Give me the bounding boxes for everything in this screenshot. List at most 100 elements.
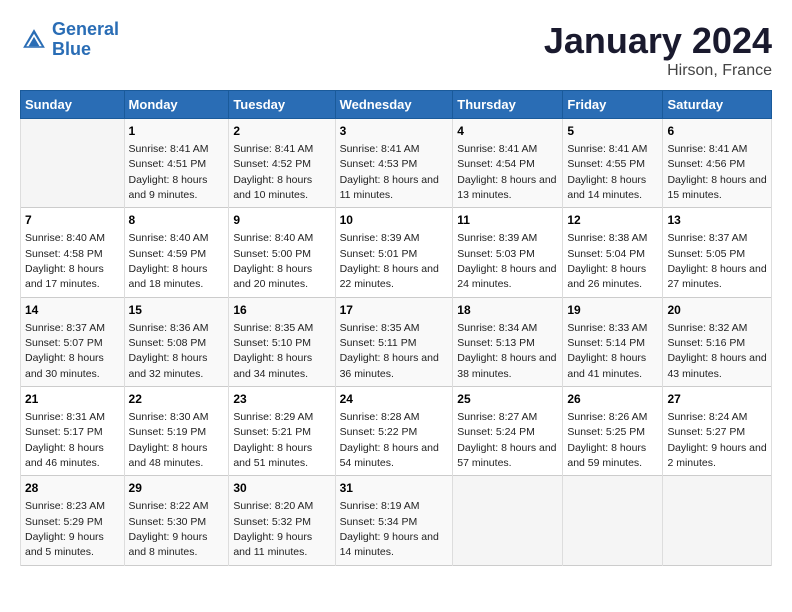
calendar-cell: 13 Sunrise: 8:37 AMSunset: 5:05 PMDayligh… xyxy=(663,208,772,297)
calendar-week-1: 1Sunrise: 8:41 AMSunset: 4:51 PMDaylight… xyxy=(21,119,772,208)
calendar-cell: 8 Sunrise: 8:40 AMSunset: 4:59 PMDaylight… xyxy=(124,208,229,297)
calendar-cell: 28Sunrise: 8:23 AMSunset: 5:29 PMDayligh… xyxy=(21,476,125,565)
logo: General Blue xyxy=(20,20,119,60)
day-info: Sunrise: 8:41 AMSunset: 4:55 PMDaylight:… xyxy=(567,143,647,201)
day-info: Sunrise: 8:41 AMSunset: 4:52 PMDaylight:… xyxy=(233,143,313,201)
calendar-cell: 5 Sunrise: 8:41 AMSunset: 4:55 PMDaylight… xyxy=(563,119,663,208)
calendar-week-2: 7 Sunrise: 8:40 AMSunset: 4:58 PMDaylight… xyxy=(21,208,772,297)
day-info: Sunrise: 8:34 AMSunset: 5:13 PMDaylight:… xyxy=(457,322,556,380)
day-number: 30 xyxy=(233,480,330,497)
day-info: Sunrise: 8:36 AMSunset: 5:08 PMDaylight:… xyxy=(129,322,209,380)
day-number: 29 xyxy=(129,480,225,497)
day-number: 19 xyxy=(567,302,658,319)
calendar-cell: 16 Sunrise: 8:35 AMSunset: 5:10 PMDayligh… xyxy=(229,297,335,386)
day-info: Sunrise: 8:22 AMSunset: 5:30 PMDaylight:… xyxy=(129,500,209,558)
calendar-cell: 9 Sunrise: 8:40 AMSunset: 5:00 PMDaylight… xyxy=(229,208,335,297)
day-info: Sunrise: 8:40 AMSunset: 4:59 PMDaylight:… xyxy=(129,232,209,290)
day-number: 16 xyxy=(233,302,330,319)
day-info: Sunrise: 8:26 AMSunset: 5:25 PMDaylight:… xyxy=(567,411,647,469)
calendar-cell: 15Sunrise: 8:36 AMSunset: 5:08 PMDayligh… xyxy=(124,297,229,386)
calendar-cell: 24Sunrise: 8:28 AMSunset: 5:22 PMDayligh… xyxy=(335,387,453,476)
day-number: 28 xyxy=(25,480,120,497)
calendar-cell xyxy=(453,476,563,565)
day-info: Sunrise: 8:41 AMSunset: 4:53 PMDaylight:… xyxy=(340,143,439,201)
calendar-cell xyxy=(663,476,772,565)
calendar-cell xyxy=(21,119,125,208)
day-number: 20 xyxy=(667,302,767,319)
subtitle: Hirson, France xyxy=(544,62,772,80)
calendar-cell: 18 Sunrise: 8:34 AMSunset: 5:13 PMDayligh… xyxy=(453,297,563,386)
day-number: 3 xyxy=(340,123,449,140)
day-info: Sunrise: 8:33 AMSunset: 5:14 PMDaylight:… xyxy=(567,322,647,380)
day-info: Sunrise: 8:35 AMSunset: 5:11 PMDaylight:… xyxy=(340,322,439,380)
day-info: Sunrise: 8:20 AMSunset: 5:32 PMDaylight:… xyxy=(233,500,313,558)
header-saturday: Saturday xyxy=(663,91,772,119)
header: General Blue January 2024 Hirson, France xyxy=(20,20,772,80)
calendar-cell: 26 Sunrise: 8:26 AMSunset: 5:25 PMDayligh… xyxy=(563,387,663,476)
calendar-week-4: 21Sunrise: 8:31 AMSunset: 5:17 PMDayligh… xyxy=(21,387,772,476)
day-number: 2 xyxy=(233,123,330,140)
day-info: Sunrise: 8:40 AMSunset: 4:58 PMDaylight:… xyxy=(25,232,105,290)
title-area: January 2024 Hirson, France xyxy=(544,20,772,80)
day-info: Sunrise: 8:27 AMSunset: 5:24 PMDaylight:… xyxy=(457,411,556,469)
calendar-cell: 12 Sunrise: 8:38 AMSunset: 5:04 PMDayligh… xyxy=(563,208,663,297)
day-info: Sunrise: 8:37 AMSunset: 5:05 PMDaylight:… xyxy=(667,232,766,290)
day-info: Sunrise: 8:30 AMSunset: 5:19 PMDaylight:… xyxy=(129,411,209,469)
calendar-cell: 25 Sunrise: 8:27 AMSunset: 5:24 PMDayligh… xyxy=(453,387,563,476)
logo-text: General Blue xyxy=(52,20,119,60)
calendar-cell: 23 Sunrise: 8:29 AMSunset: 5:21 PMDayligh… xyxy=(229,387,335,476)
calendar-cell xyxy=(563,476,663,565)
day-number: 13 xyxy=(667,212,767,229)
day-number: 18 xyxy=(457,302,558,319)
calendar-cell: 22 Sunrise: 8:30 AMSunset: 5:19 PMDayligh… xyxy=(124,387,229,476)
day-number: 9 xyxy=(233,212,330,229)
calendar-cell: 11Sunrise: 8:39 AMSunset: 5:03 PMDayligh… xyxy=(453,208,563,297)
day-number: 12 xyxy=(567,212,658,229)
header-row: Sunday Monday Tuesday Wednesday Thursday… xyxy=(21,91,772,119)
calendar-cell: 3 Sunrise: 8:41 AMSunset: 4:53 PMDaylight… xyxy=(335,119,453,208)
day-number: 14 xyxy=(25,302,120,319)
day-info: Sunrise: 8:24 AMSunset: 5:27 PMDaylight:… xyxy=(667,411,766,469)
calendar-cell: 27 Sunrise: 8:24 AMSunset: 5:27 PMDayligh… xyxy=(663,387,772,476)
day-number: 7 xyxy=(25,212,120,229)
day-info: Sunrise: 8:32 AMSunset: 5:16 PMDaylight:… xyxy=(667,322,766,380)
calendar-cell: 4 Sunrise: 8:41 AMSunset: 4:54 PMDaylight… xyxy=(453,119,563,208)
day-info: Sunrise: 8:35 AMSunset: 5:10 PMDaylight:… xyxy=(233,322,313,380)
day-number: 6 xyxy=(667,123,767,140)
header-sunday: Sunday xyxy=(21,91,125,119)
header-monday: Monday xyxy=(124,91,229,119)
day-number: 10 xyxy=(340,212,449,229)
day-number: 22 xyxy=(129,391,225,408)
calendar-cell: 14Sunrise: 8:37 AMSunset: 5:07 PMDayligh… xyxy=(21,297,125,386)
logo-icon xyxy=(20,26,48,54)
day-info: Sunrise: 8:41 AMSunset: 4:51 PMDaylight:… xyxy=(129,143,209,201)
day-number: 23 xyxy=(233,391,330,408)
calendar-cell: 6Sunrise: 8:41 AMSunset: 4:56 PMDaylight… xyxy=(663,119,772,208)
day-number: 4 xyxy=(457,123,558,140)
day-number: 21 xyxy=(25,391,120,408)
header-tuesday: Tuesday xyxy=(229,91,335,119)
day-info: Sunrise: 8:40 AMSunset: 5:00 PMDaylight:… xyxy=(233,232,313,290)
day-info: Sunrise: 8:39 AMSunset: 5:03 PMDaylight:… xyxy=(457,232,556,290)
calendar-table: Sunday Monday Tuesday Wednesday Thursday… xyxy=(20,90,772,566)
day-info: Sunrise: 8:38 AMSunset: 5:04 PMDaylight:… xyxy=(567,232,647,290)
day-info: Sunrise: 8:29 AMSunset: 5:21 PMDaylight:… xyxy=(233,411,313,469)
day-number: 26 xyxy=(567,391,658,408)
day-number: 8 xyxy=(129,212,225,229)
day-info: Sunrise: 8:39 AMSunset: 5:01 PMDaylight:… xyxy=(340,232,439,290)
calendar-cell: 17 Sunrise: 8:35 AMSunset: 5:11 PMDayligh… xyxy=(335,297,453,386)
header-friday: Friday xyxy=(563,91,663,119)
calendar-cell: 7 Sunrise: 8:40 AMSunset: 4:58 PMDaylight… xyxy=(21,208,125,297)
calendar-cell: 10 Sunrise: 8:39 AMSunset: 5:01 PMDayligh… xyxy=(335,208,453,297)
day-number: 17 xyxy=(340,302,449,319)
day-number: 24 xyxy=(340,391,449,408)
day-info: Sunrise: 8:41 AMSunset: 4:54 PMDaylight:… xyxy=(457,143,556,201)
day-info: Sunrise: 8:19 AMSunset: 5:34 PMDaylight:… xyxy=(340,500,439,558)
calendar-week-5: 28Sunrise: 8:23 AMSunset: 5:29 PMDayligh… xyxy=(21,476,772,565)
calendar-cell: 30 Sunrise: 8:20 AMSunset: 5:32 PMDayligh… xyxy=(229,476,335,565)
day-number: 5 xyxy=(567,123,658,140)
main-title: January 2024 xyxy=(544,20,772,62)
day-number: 25 xyxy=(457,391,558,408)
calendar-cell: 31Sunrise: 8:19 AMSunset: 5:34 PMDayligh… xyxy=(335,476,453,565)
day-number: 27 xyxy=(667,391,767,408)
